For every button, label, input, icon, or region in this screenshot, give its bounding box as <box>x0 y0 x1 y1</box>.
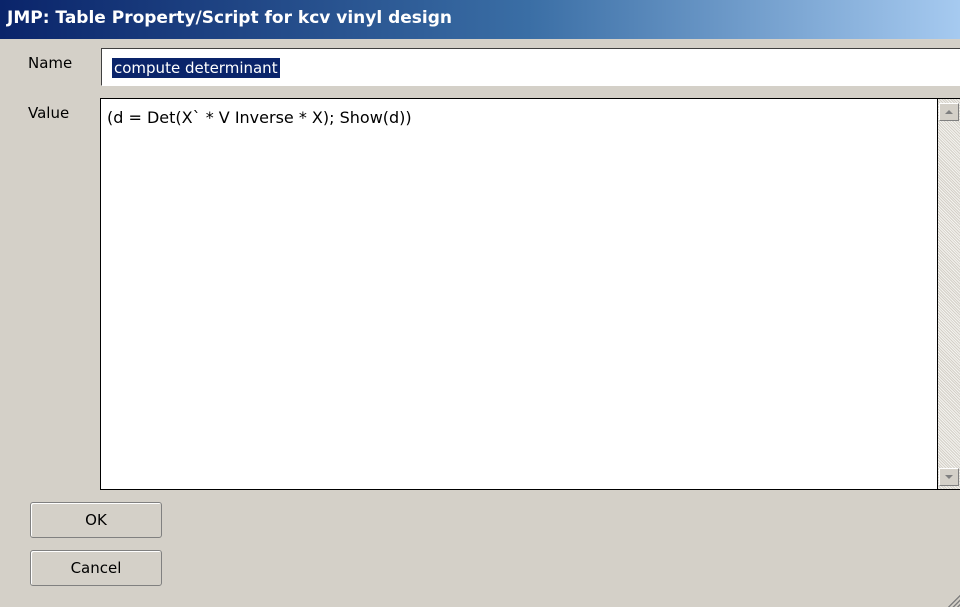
scroll-down-button[interactable] <box>939 468 959 486</box>
name-input-value: compute determinant <box>112 58 280 78</box>
resize-grip-icon[interactable] <box>944 591 960 607</box>
value-label: Value <box>28 104 70 122</box>
scroll-up-arrow-icon <box>945 110 953 114</box>
scroll-down-arrow-icon <box>945 475 953 479</box>
dialog-window: JMP: Table Property/Script for kcv vinyl… <box>0 0 960 607</box>
scroll-up-button[interactable] <box>939 103 959 121</box>
name-input[interactable]: compute determinant <box>101 48 960 86</box>
name-label: Name <box>28 54 73 72</box>
value-script-text: (d = Det(X` * V Inverse * X); Show(d)) <box>107 108 412 127</box>
title-bar[interactable]: JMP: Table Property/Script for kcv vinyl… <box>0 0 960 39</box>
cancel-button[interactable]: Cancel <box>30 550 162 586</box>
window-title: JMP: Table Property/Script for kcv vinyl… <box>7 8 453 28</box>
vertical-scrollbar[interactable] <box>938 98 960 490</box>
ok-button[interactable]: OK <box>30 502 162 538</box>
value-textarea[interactable]: (d = Det(X` * V Inverse * X); Show(d)) <box>100 98 938 490</box>
